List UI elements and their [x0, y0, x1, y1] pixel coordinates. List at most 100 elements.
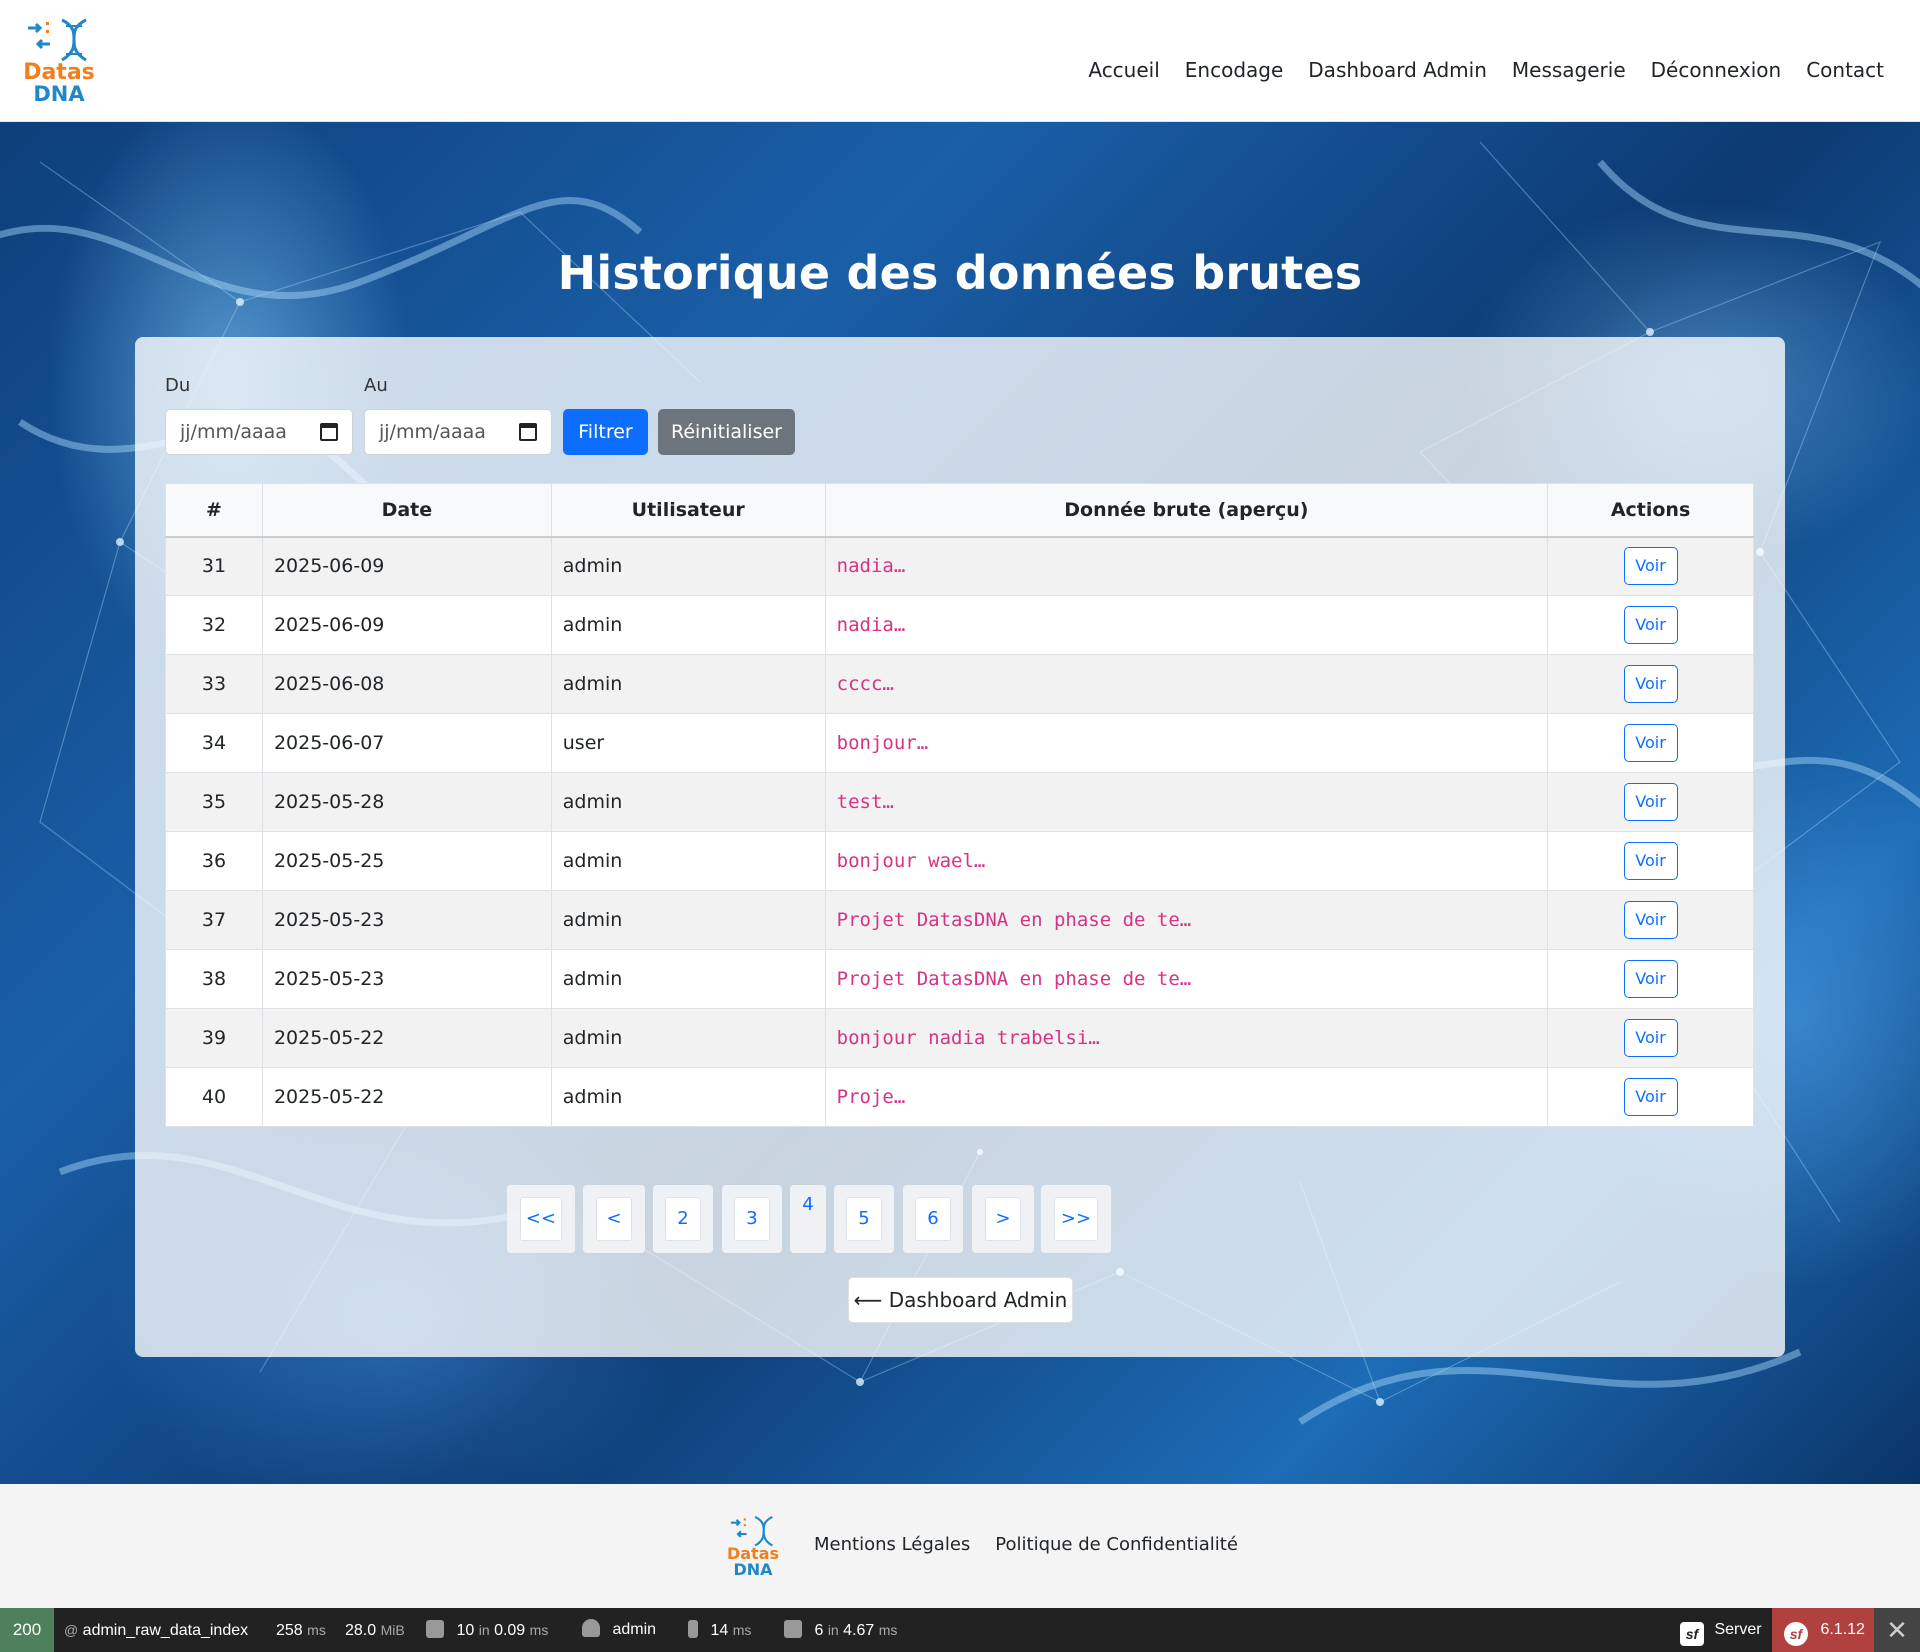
pagination-link[interactable]: >>	[1054, 1197, 1098, 1241]
table-row: 31 2025-06-09 admin nadia… Voir	[165, 536, 1754, 596]
pagination-link[interactable]: 2	[665, 1197, 701, 1241]
pagination-item[interactable]: 2	[653, 1185, 713, 1253]
route-item[interactable]: @ admin_raw_data_index	[64, 1608, 248, 1652]
row-raw-preview: Projet DatasDNA en phase de te…	[824, 949, 1549, 1009]
view-button[interactable]: Voir	[1623, 606, 1678, 644]
pagination-link[interactable]: 6	[915, 1197, 951, 1241]
pagination-link[interactable]: >	[985, 1197, 1021, 1241]
row-actions: Voir	[1547, 713, 1754, 773]
table-row: 33 2025-06-08 admin cccc… Voir	[165, 654, 1754, 714]
row-user: admin	[550, 949, 826, 1009]
column-header-user: Utilisateur	[550, 483, 826, 538]
date-from-label: Du	[165, 375, 191, 396]
table-header-row: # Date Utilisateur Donnée brute (aperçu)…	[165, 483, 1754, 538]
dna-logo-icon	[730, 1515, 773, 1547]
site-logo[interactable]: Datas DNA	[22, 16, 96, 105]
pagination-item[interactable]: 3	[722, 1185, 782, 1253]
pagination-link[interactable]: 3	[734, 1197, 770, 1241]
row-user: user	[550, 713, 826, 773]
render-time-item[interactable]: 14 ms	[688, 1608, 751, 1652]
memory-item[interactable]: 28.0 MiB	[345, 1608, 405, 1652]
pagination-item[interactable]: >>	[1041, 1185, 1111, 1253]
row-actions: Voir	[1547, 1008, 1754, 1068]
view-button[interactable]: Voir	[1623, 547, 1678, 586]
pagination-link[interactable]: <	[596, 1197, 632, 1241]
view-button[interactable]: Voir	[1623, 960, 1678, 998]
reset-button[interactable]: Réinitialiser	[658, 409, 795, 455]
table-row: 35 2025-05-28 admin test… Voir	[165, 772, 1754, 832]
view-button[interactable]: Voir	[1623, 901, 1678, 939]
time-unit: ms	[307, 1622, 326, 1638]
forms-value: 10	[456, 1622, 475, 1639]
forms-unit: ms	[529, 1622, 549, 1638]
nav-deconnexion[interactable]: Déconnexion	[1651, 55, 1782, 85]
site-header: Datas DNA Accueil Encodage Dashboard Adm…	[0, 0, 1920, 122]
pagination-item[interactable]: 5	[834, 1185, 894, 1253]
row-id: 35	[165, 772, 263, 832]
pagination-link[interactable]: 5	[846, 1197, 882, 1241]
layers-icon	[426, 1620, 444, 1638]
footer-link-mentions-legales[interactable]: Mentions Légales	[814, 1534, 970, 1555]
pagination-link[interactable]: <<	[520, 1197, 562, 1241]
nav-contact[interactable]: Contact	[1806, 55, 1884, 85]
pagination-item[interactable]: >	[972, 1185, 1034, 1253]
view-button[interactable]: Voir	[1623, 1019, 1678, 1057]
view-button[interactable]: Voir	[1623, 724, 1678, 762]
calendar-icon[interactable]	[320, 423, 338, 441]
view-button[interactable]: Voir	[1623, 665, 1678, 703]
symfony-logo-icon: sf	[1784, 1622, 1808, 1646]
pagination-item[interactable]: 6	[903, 1185, 963, 1253]
user-icon	[582, 1619, 600, 1637]
row-user: admin	[550, 1067, 826, 1127]
database-item[interactable]: 6 in 4.67 ms	[784, 1608, 897, 1652]
nav-messagerie[interactable]: Messagerie	[1512, 55, 1626, 85]
request-time-item[interactable]: 258 ms	[276, 1608, 326, 1652]
footer-logo[interactable]: Datas DNA	[726, 1514, 780, 1578]
memory-value: 28.0	[345, 1622, 377, 1639]
back-to-dashboard-button[interactable]: ⟵ Dashboard Admin	[848, 1277, 1073, 1323]
route-name: admin_raw_data_index	[82, 1622, 249, 1639]
row-actions: Voir	[1547, 595, 1754, 655]
forms-item[interactable]: 10 in 0.09 ms	[426, 1608, 548, 1652]
pagination: << <2 3 4 5 6 > >>	[135, 1185, 1785, 1253]
nav-accueil[interactable]: Accueil	[1088, 55, 1159, 85]
server-item[interactable]: sf Server	[1680, 1608, 1762, 1652]
pagination-item[interactable]: <	[583, 1185, 645, 1253]
db-in: in	[827, 1622, 839, 1638]
footer-link-privacy-policy[interactable]: Politique de Confidentialité	[995, 1534, 1238, 1555]
pagination-item[interactable]: <<	[507, 1185, 575, 1253]
row-raw-preview: nadia…	[824, 536, 1549, 596]
row-date: 2025-05-25	[261, 831, 552, 891]
column-header-id: #	[165, 483, 263, 538]
pagination-link[interactable]: 4	[790, 1185, 826, 1229]
table-row: 36 2025-05-25 admin bonjour wael… Voir	[165, 831, 1754, 891]
row-id: 31	[165, 536, 263, 596]
row-date: 2025-05-22	[261, 1008, 552, 1068]
view-button[interactable]: Voir	[1623, 842, 1678, 880]
symfony-version-item[interactable]: sf 6.1.12	[1772, 1608, 1874, 1652]
table-body: 31 2025-06-09 admin nadia… Voir 32 2025-06-09 a…	[165, 536, 1754, 1127]
pagination-current-page[interactable]: 4	[790, 1185, 826, 1253]
view-button[interactable]: Voir	[1623, 1078, 1678, 1116]
user-name: admin	[612, 1621, 657, 1638]
row-raw-preview: bonjour wael…	[824, 831, 1549, 891]
row-raw-preview: Proje…	[824, 1067, 1549, 1127]
column-header-raw: Donnée brute (aperçu)	[824, 483, 1549, 538]
user-item[interactable]: admin	[582, 1608, 656, 1652]
nav-encodage[interactable]: Encodage	[1185, 55, 1284, 85]
symfony-debug-toolbar: 200 @ admin_raw_data_index 258 ms 28.0 M…	[0, 1608, 1920, 1652]
table-row: 34 2025-06-07 user bonjour… Voir	[165, 713, 1754, 773]
filter-button[interactable]: Filtrer	[563, 409, 648, 455]
row-raw-preview: bonjour…	[824, 713, 1549, 773]
row-raw-preview: cccc…	[824, 654, 1549, 714]
close-icon[interactable]: ✕	[1874, 1608, 1920, 1652]
time-value: 258	[276, 1622, 303, 1639]
nav-dashboard-admin[interactable]: Dashboard Admin	[1308, 55, 1487, 85]
date-to-input[interactable]: jj/mm/aaaa	[364, 409, 552, 455]
status-code-badge[interactable]: 200	[0, 1608, 54, 1652]
view-button[interactable]: Voir	[1623, 783, 1678, 821]
dna-logo-icon	[28, 18, 87, 62]
row-actions: Voir	[1547, 1067, 1754, 1127]
calendar-icon[interactable]	[519, 423, 537, 441]
date-from-input[interactable]: jj/mm/aaaa	[165, 409, 353, 455]
